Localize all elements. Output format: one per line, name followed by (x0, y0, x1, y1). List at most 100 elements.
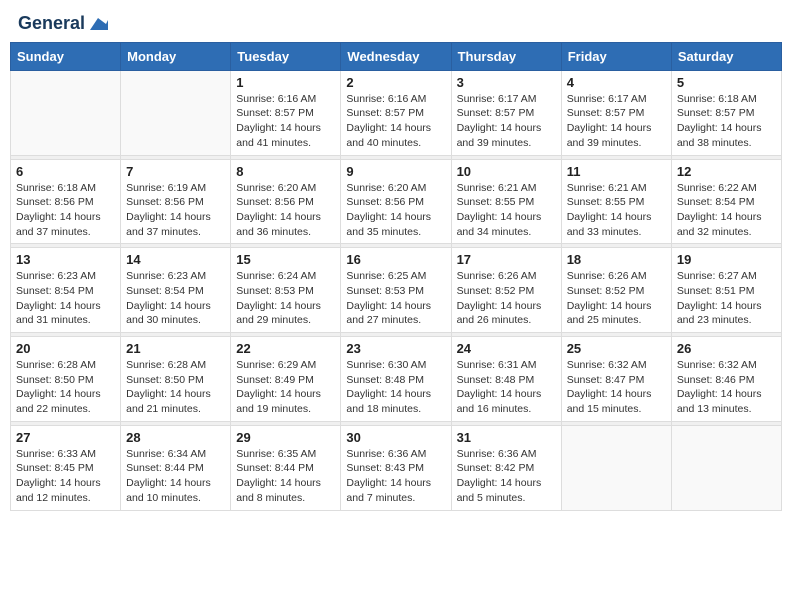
calendar-cell: 9 Sunrise: 6:20 AM Sunset: 8:56 PM Daylig… (341, 159, 451, 244)
calendar-cell (561, 425, 671, 510)
day-number: 17 (457, 252, 556, 267)
calendar-cell: 28Sunrise: 6:34 AM Sunset: 8:44 PM Dayli… (121, 425, 231, 510)
day-number: 11 (567, 164, 666, 179)
calendar-cell: 15 Sunrise: 6:24 AM Sunset: 8:53 PM Dayli… (231, 248, 341, 333)
day-number: 21 (126, 341, 225, 356)
day-info: Sunrise: 6:22 AM Sunset: 8:54 PM Dayligh… (677, 181, 776, 240)
day-info: Sunrise: 6:24 AM Sunset: 8:53 PM Dayligh… (236, 269, 335, 328)
calendar-cell: 5 Sunrise: 6:18 AM Sunset: 8:57 PM Daylig… (671, 70, 781, 155)
day-number: 19 (677, 252, 776, 267)
calendar-week-row: 27Sunrise: 6:33 AM Sunset: 8:45 PM Dayli… (11, 425, 782, 510)
calendar-cell: 20 Sunrise: 6:28 AM Sunset: 8:50 PM Dayli… (11, 337, 121, 422)
calendar-cell: 23 Sunrise: 6:30 AM Sunset: 8:48 PM Dayli… (341, 337, 451, 422)
calendar-cell: 17Sunrise: 6:26 AM Sunset: 8:52 PM Dayli… (451, 248, 561, 333)
day-info: Sunrise: 6:33 AM Sunset: 8:45 PM Dayligh… (16, 447, 115, 506)
calendar-cell: 6Sunrise: 6:18 AM Sunset: 8:56 PM Daylig… (11, 159, 121, 244)
calendar-cell: 30 Sunrise: 6:36 AM Sunset: 8:43 PM Dayli… (341, 425, 451, 510)
day-number: 2 (346, 75, 445, 90)
day-number: 14 (126, 252, 225, 267)
calendar-cell: 22Sunrise: 6:29 AM Sunset: 8:49 PM Dayli… (231, 337, 341, 422)
day-number: 18 (567, 252, 666, 267)
calendar-cell: 4 Sunrise: 6:17 AM Sunset: 8:57 PM Daylig… (561, 70, 671, 155)
calendar-cell: 1 Sunrise: 6:16 AM Sunset: 8:57 PM Daylig… (231, 70, 341, 155)
day-number: 15 (236, 252, 335, 267)
day-number: 29 (236, 430, 335, 445)
calendar-week-row: 20 Sunrise: 6:28 AM Sunset: 8:50 PM Dayli… (11, 337, 782, 422)
day-info: Sunrise: 6:31 AM Sunset: 8:48 PM Dayligh… (457, 358, 556, 417)
calendar-cell: 19 Sunrise: 6:27 AM Sunset: 8:51 PM Dayli… (671, 248, 781, 333)
day-number: 5 (677, 75, 776, 90)
day-number: 6 (16, 164, 115, 179)
calendar-cell: 25Sunrise: 6:32 AM Sunset: 8:47 PM Dayli… (561, 337, 671, 422)
day-info: Sunrise: 6:34 AM Sunset: 8:44 PM Dayligh… (126, 447, 225, 506)
calendar-cell: 18 Sunrise: 6:26 AM Sunset: 8:52 PM Dayli… (561, 248, 671, 333)
day-number: 30 (346, 430, 445, 445)
day-number: 4 (567, 75, 666, 90)
day-number: 1 (236, 75, 335, 90)
calendar-cell: 21 Sunrise: 6:28 AM Sunset: 8:50 PM Dayli… (121, 337, 231, 422)
calendar-table: SundayMondayTuesdayWednesdayThursdayFrid… (10, 42, 782, 511)
day-number: 26 (677, 341, 776, 356)
day-info: Sunrise: 6:16 AM Sunset: 8:57 PM Dayligh… (346, 92, 445, 151)
weekday-header: Wednesday (341, 42, 451, 70)
day-info: Sunrise: 6:28 AM Sunset: 8:50 PM Dayligh… (16, 358, 115, 417)
day-number: 31 (457, 430, 556, 445)
day-number: 20 (16, 341, 115, 356)
calendar-cell: 16 Sunrise: 6:25 AM Sunset: 8:53 PM Dayli… (341, 248, 451, 333)
calendar-week-row: 6Sunrise: 6:18 AM Sunset: 8:56 PM Daylig… (11, 159, 782, 244)
calendar-cell: 29 Sunrise: 6:35 AM Sunset: 8:44 PM Dayli… (231, 425, 341, 510)
calendar-cell: 8Sunrise: 6:20 AM Sunset: 8:56 PM Daylig… (231, 159, 341, 244)
day-info: Sunrise: 6:25 AM Sunset: 8:53 PM Dayligh… (346, 269, 445, 328)
calendar-cell: 10 Sunrise: 6:21 AM Sunset: 8:55 PM Dayli… (451, 159, 561, 244)
day-info: Sunrise: 6:17 AM Sunset: 8:57 PM Dayligh… (457, 92, 556, 151)
logo-text: General (18, 14, 108, 34)
calendar-cell: 26 Sunrise: 6:32 AM Sunset: 8:46 PM Dayli… (671, 337, 781, 422)
day-info: Sunrise: 6:19 AM Sunset: 8:56 PM Dayligh… (126, 181, 225, 240)
calendar-week-row: 1 Sunrise: 6:16 AM Sunset: 8:57 PM Daylig… (11, 70, 782, 155)
day-number: 12 (677, 164, 776, 179)
day-info: Sunrise: 6:17 AM Sunset: 8:57 PM Dayligh… (567, 92, 666, 151)
calendar-cell: 27Sunrise: 6:33 AM Sunset: 8:45 PM Dayli… (11, 425, 121, 510)
day-info: Sunrise: 6:20 AM Sunset: 8:56 PM Dayligh… (236, 181, 335, 240)
day-info: Sunrise: 6:18 AM Sunset: 8:57 PM Dayligh… (677, 92, 776, 151)
calendar-cell: 12 Sunrise: 6:22 AM Sunset: 8:54 PM Dayli… (671, 159, 781, 244)
calendar-cell: 7 Sunrise: 6:19 AM Sunset: 8:56 PM Daylig… (121, 159, 231, 244)
calendar-cell: 14Sunrise: 6:23 AM Sunset: 8:54 PM Dayli… (121, 248, 231, 333)
calendar-cell (121, 70, 231, 155)
header: General (10, 10, 782, 34)
day-number: 23 (346, 341, 445, 356)
weekday-header: Tuesday (231, 42, 341, 70)
day-number: 13 (16, 252, 115, 267)
day-number: 9 (346, 164, 445, 179)
calendar-cell: 31Sunrise: 6:36 AM Sunset: 8:42 PM Dayli… (451, 425, 561, 510)
day-info: Sunrise: 6:28 AM Sunset: 8:50 PM Dayligh… (126, 358, 225, 417)
day-info: Sunrise: 6:21 AM Sunset: 8:55 PM Dayligh… (457, 181, 556, 240)
weekday-header: Monday (121, 42, 231, 70)
calendar-cell: 13 Sunrise: 6:23 AM Sunset: 8:54 PM Dayli… (11, 248, 121, 333)
calendar-cell (671, 425, 781, 510)
day-info: Sunrise: 6:36 AM Sunset: 8:43 PM Dayligh… (346, 447, 445, 506)
day-info: Sunrise: 6:26 AM Sunset: 8:52 PM Dayligh… (567, 269, 666, 328)
day-info: Sunrise: 6:20 AM Sunset: 8:56 PM Dayligh… (346, 181, 445, 240)
day-number: 24 (457, 341, 556, 356)
calendar-cell: 11Sunrise: 6:21 AM Sunset: 8:55 PM Dayli… (561, 159, 671, 244)
day-info: Sunrise: 6:35 AM Sunset: 8:44 PM Dayligh… (236, 447, 335, 506)
calendar-cell: 3Sunrise: 6:17 AM Sunset: 8:57 PM Daylig… (451, 70, 561, 155)
weekday-header: Saturday (671, 42, 781, 70)
day-info: Sunrise: 6:30 AM Sunset: 8:48 PM Dayligh… (346, 358, 445, 417)
day-number: 10 (457, 164, 556, 179)
day-info: Sunrise: 6:23 AM Sunset: 8:54 PM Dayligh… (16, 269, 115, 328)
day-info: Sunrise: 6:32 AM Sunset: 8:47 PM Dayligh… (567, 358, 666, 417)
day-number: 16 (346, 252, 445, 267)
logo-icon (86, 16, 108, 32)
header-row: SundayMondayTuesdayWednesdayThursdayFrid… (11, 42, 782, 70)
weekday-header: Thursday (451, 42, 561, 70)
calendar-cell: 24 Sunrise: 6:31 AM Sunset: 8:48 PM Dayli… (451, 337, 561, 422)
weekday-header: Sunday (11, 42, 121, 70)
day-info: Sunrise: 6:16 AM Sunset: 8:57 PM Dayligh… (236, 92, 335, 151)
day-info: Sunrise: 6:32 AM Sunset: 8:46 PM Dayligh… (677, 358, 776, 417)
day-info: Sunrise: 6:27 AM Sunset: 8:51 PM Dayligh… (677, 269, 776, 328)
day-number: 7 (126, 164, 225, 179)
calendar-cell: 2 Sunrise: 6:16 AM Sunset: 8:57 PM Daylig… (341, 70, 451, 155)
weekday-header: Friday (561, 42, 671, 70)
